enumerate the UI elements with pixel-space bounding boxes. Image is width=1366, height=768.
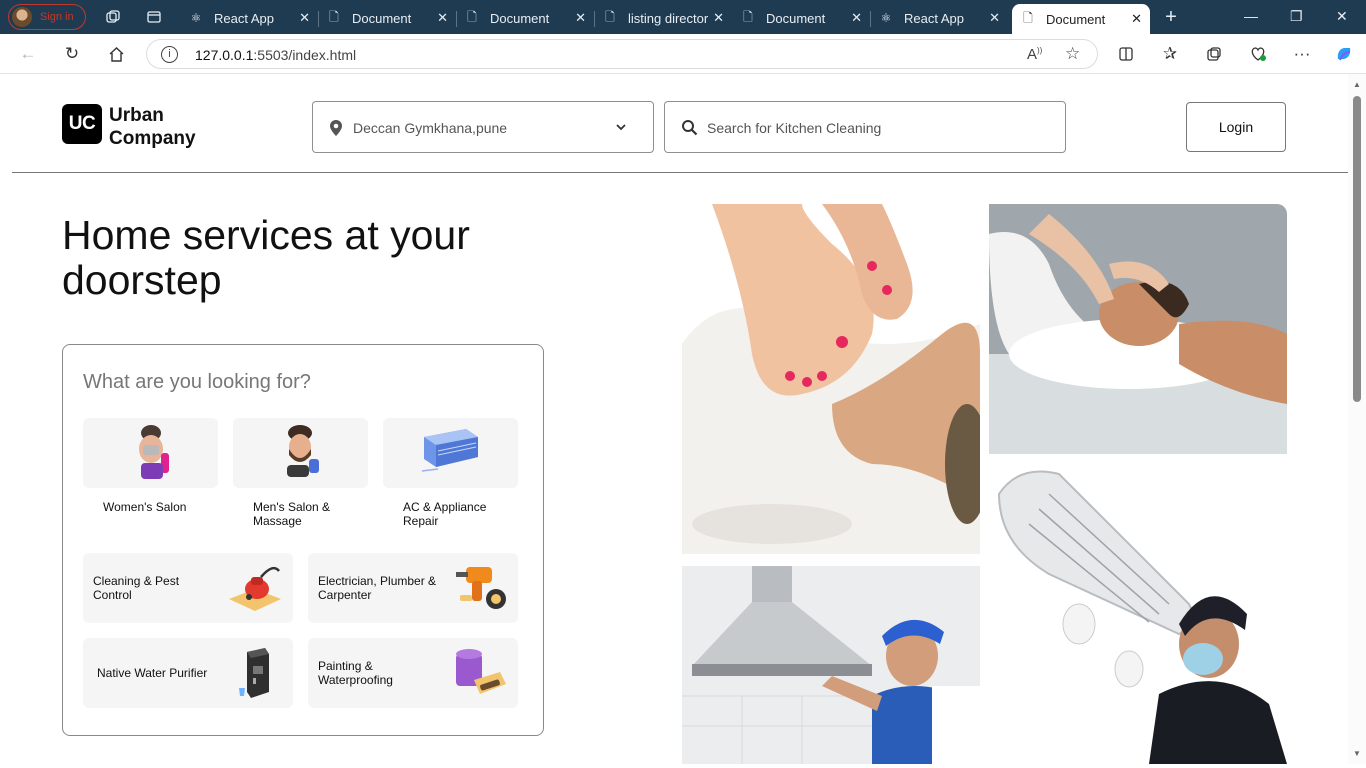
split-screen-icon[interactable] bbox=[1116, 44, 1136, 64]
search-input[interactable]: Search for Kitchen Cleaning bbox=[664, 101, 1066, 153]
tab-title: React App bbox=[214, 10, 274, 26]
service-label: Native Water Purifier bbox=[97, 666, 208, 680]
location-select[interactable]: Deccan Gymkhana,pune bbox=[312, 101, 654, 153]
services-question: What are you looking for? bbox=[83, 371, 311, 393]
close-icon[interactable]: ✕ bbox=[437, 10, 448, 26]
water-purifier-icon bbox=[225, 644, 285, 702]
paint-bucket-icon bbox=[450, 644, 510, 702]
logo-text[interactable]: Urban Company bbox=[109, 104, 196, 150]
close-icon[interactable]: ✕ bbox=[989, 10, 1000, 26]
react-icon: ⚛ bbox=[190, 11, 202, 25]
browser-essentials-icon[interactable] bbox=[1248, 44, 1268, 64]
url-text: 127.0.0.1:5503/index.html bbox=[195, 47, 357, 63]
tab-title: listing director bbox=[628, 10, 708, 26]
head-massage-photo bbox=[989, 204, 1287, 454]
tab-title: Document bbox=[1046, 11, 1106, 27]
search-placeholder: Search for Kitchen Cleaning bbox=[707, 120, 882, 136]
login-button[interactable]: Login bbox=[1186, 102, 1286, 152]
close-icon[interactable]: ✕ bbox=[299, 10, 310, 26]
vacuum-cleaner-icon bbox=[225, 559, 285, 617]
close-icon[interactable]: ✕ bbox=[713, 10, 724, 26]
services-card: What are you looking for? Women's Salon … bbox=[62, 344, 544, 736]
tab-title: Document bbox=[352, 10, 412, 26]
service-label: Cleaning & Pest Control bbox=[93, 574, 180, 602]
tab-actions-icon[interactable] bbox=[145, 8, 163, 26]
logo-line-1: Urban bbox=[109, 105, 164, 126]
logo-line-2: Company bbox=[109, 128, 196, 149]
site-info-icon[interactable]: i bbox=[161, 46, 178, 63]
location-value: Deccan Gymkhana,pune bbox=[353, 120, 508, 136]
tab-document-2[interactable]: 🗋 Document ✕ bbox=[456, 4, 595, 32]
location-pin-icon bbox=[329, 119, 343, 142]
tab-title: Document bbox=[490, 10, 550, 26]
service-tile-electrician[interactable]: Electrician, Plumber & Carpenter bbox=[308, 553, 518, 623]
kitchen-chimney-repair-photo bbox=[682, 566, 980, 764]
tab-document-3[interactable]: 🗋 Document ✕ bbox=[732, 4, 871, 32]
service-tile-mens-salon[interactable] bbox=[233, 418, 368, 488]
collections-icon[interactable] bbox=[1204, 44, 1224, 64]
service-tile-painting[interactable]: Painting & Waterproofing bbox=[308, 638, 518, 708]
close-icon[interactable]: ✕ bbox=[575, 10, 586, 26]
air-conditioner-icon bbox=[418, 423, 484, 484]
new-tab-icon[interactable]: + bbox=[1162, 6, 1180, 28]
close-icon[interactable]: ✕ bbox=[851, 10, 862, 26]
document-icon: 🗋 bbox=[743, 9, 753, 24]
service-tile-womens-salon[interactable] bbox=[83, 418, 218, 488]
ac-repair-photo bbox=[989, 464, 1287, 764]
woman-facial-icon bbox=[123, 419, 179, 488]
page-scrollbar[interactable]: ▲ ▼ bbox=[1348, 74, 1366, 764]
search-icon bbox=[681, 119, 698, 141]
service-label: Electrician, Plumber & Carpenter bbox=[318, 574, 437, 602]
close-icon[interactable]: ✕ bbox=[1131, 11, 1142, 27]
profile-button[interactable]: Sign in bbox=[8, 4, 86, 30]
copilot-icon[interactable] bbox=[1334, 44, 1354, 64]
chevron-down-icon bbox=[615, 120, 627, 138]
tab-react-app-1[interactable]: ⚛ React App ✕ bbox=[180, 4, 319, 32]
tab-listing-director[interactable]: 🗋 listing director ✕ bbox=[594, 4, 732, 32]
document-icon: 🗋 bbox=[605, 9, 615, 24]
drill-tool-icon bbox=[450, 559, 510, 617]
tab-document-1[interactable]: 🗋 Document ✕ bbox=[318, 4, 457, 32]
favorite-star-icon[interactable]: ☆ bbox=[1065, 44, 1080, 64]
react-icon: ⚛ bbox=[880, 11, 892, 25]
url-bar[interactable]: i 127.0.0.1:5503/index.html A)) ☆ bbox=[146, 39, 1098, 69]
service-tile-ac-repair[interactable] bbox=[383, 418, 518, 488]
refresh-icon[interactable]: ↻ bbox=[62, 44, 82, 64]
back-icon[interactable]: ← bbox=[18, 44, 38, 64]
home-icon[interactable] bbox=[106, 44, 126, 64]
page-viewport: UC Urban Company Deccan Gymkhana,pune Se… bbox=[4, 74, 1348, 764]
document-icon: 🗋 bbox=[329, 9, 339, 24]
browser-tab-bar: Sign in ⚛ React App ✕ 🗋 Document ✕ 🗋 Doc… bbox=[0, 0, 1366, 34]
tab-title: React App bbox=[904, 10, 964, 26]
minimize-icon[interactable]: — bbox=[1244, 8, 1258, 24]
restore-icon[interactable]: ❐ bbox=[1290, 8, 1303, 25]
logo-mark[interactable]: UC bbox=[62, 104, 102, 144]
tab-react-app-2[interactable]: ⚛ React App ✕ bbox=[870, 4, 1008, 32]
profile-avatar bbox=[12, 7, 32, 27]
scroll-up-icon[interactable]: ▲ bbox=[1353, 80, 1361, 89]
scroll-thumb[interactable] bbox=[1353, 96, 1361, 402]
workspaces-icon[interactable] bbox=[104, 8, 122, 26]
man-grooming-icon bbox=[273, 419, 329, 488]
service-tile-cleaning[interactable]: Cleaning & Pest Control bbox=[83, 553, 293, 623]
document-icon: 🗋 bbox=[467, 9, 477, 24]
close-window-icon[interactable]: ✕ bbox=[1336, 8, 1348, 25]
service-tile-water-purifier[interactable]: Native Water Purifier bbox=[83, 638, 293, 708]
read-aloud-icon[interactable]: A)) bbox=[1027, 46, 1042, 63]
document-icon: 🗋 bbox=[1023, 10, 1033, 25]
service-label: Women's Salon bbox=[103, 500, 187, 514]
more-menu-icon[interactable]: ··· bbox=[1292, 44, 1312, 64]
service-label: Painting & Waterproofing bbox=[318, 659, 393, 687]
service-label: Men's Salon & Massage bbox=[253, 500, 330, 528]
profile-label: Sign in bbox=[40, 11, 74, 23]
address-toolbar: ← ↻ i 127.0.0.1:5503/index.html A)) ☆ ✰ … bbox=[0, 34, 1366, 74]
header-divider bbox=[12, 172, 1348, 173]
favorites-icon[interactable]: ✰ bbox=[1160, 44, 1180, 64]
hero-title: Home services at your doorstep bbox=[62, 212, 470, 303]
tab-title: Document bbox=[766, 10, 826, 26]
service-label: AC & Appliance Repair bbox=[403, 500, 487, 528]
tab-document-active[interactable]: 🗋 Document ✕ bbox=[1012, 4, 1150, 34]
pedicure-photo bbox=[682, 204, 980, 554]
scroll-down-icon[interactable]: ▼ bbox=[1353, 749, 1361, 758]
